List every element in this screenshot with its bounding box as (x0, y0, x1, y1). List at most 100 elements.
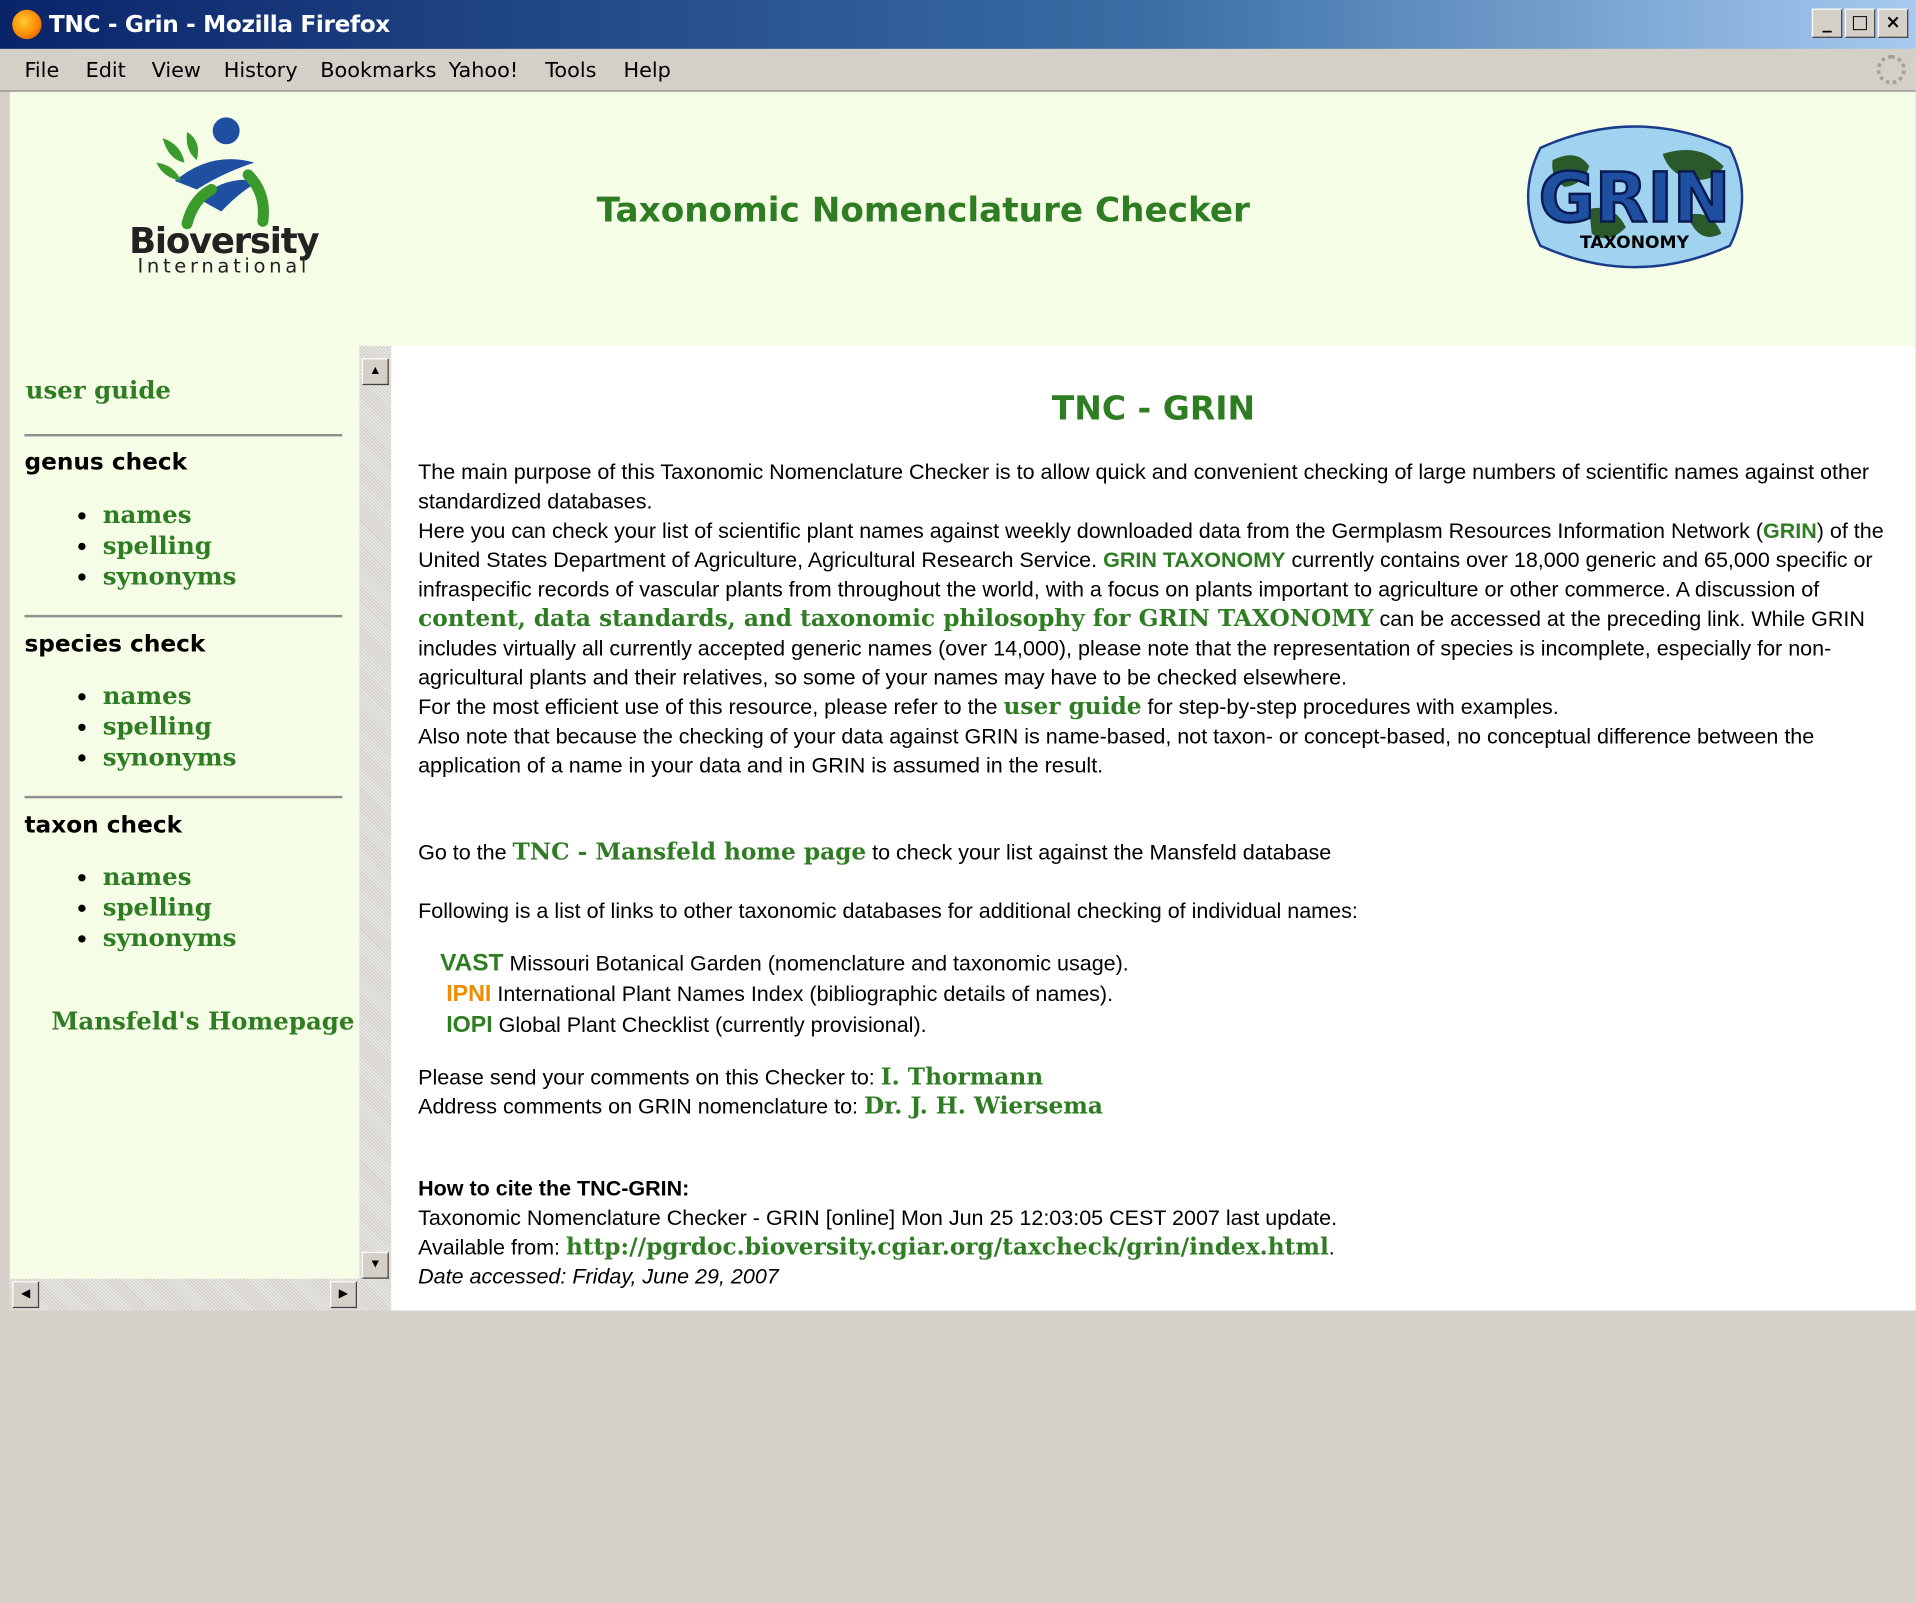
taxon-spelling-link[interactable]: spelling (103, 892, 212, 921)
list-item[interactable]: names (78, 681, 236, 712)
intro-text: The main purpose of this Taxonomic Nomen… (418, 459, 1870, 514)
vast-description: Missouri Botanical Garden (nomenclature … (503, 951, 1129, 976)
content-standards-link[interactable]: content, data standards, and taxonomic p… (418, 605, 1373, 632)
text: Go to the (418, 839, 513, 865)
date-accessed: Date accessed: Friday, June 29, 2007 (418, 1264, 779, 1289)
page-title: Taxonomic Nomenclature Checker (596, 189, 1250, 230)
genus-check-list: names spelling synonyms (78, 500, 236, 592)
species-names-link[interactable]: names (103, 681, 192, 710)
grin-taxonomy-logo[interactable]: GRIN TAXONOMY (1516, 111, 1754, 282)
menu-edit[interactable]: Edit (86, 59, 126, 83)
firefox-icon (12, 9, 42, 40)
close-button[interactable]: × (1877, 8, 1909, 38)
divider (24, 614, 343, 618)
databases-intro: Following is a list of links to other ta… (418, 898, 1358, 923)
wiersema-email-link[interactable]: Dr. J. H. Wiersema (864, 1093, 1103, 1120)
grin-logo-sub: TAXONOMY (1580, 233, 1690, 253)
text: to check your list against the Mansfeld … (866, 839, 1332, 865)
text: Address comments on GRIN nomenclature to… (418, 1094, 865, 1119)
contacts: Please send your comments on this Checke… (418, 1062, 1897, 1121)
ipni-description: International Plant Names Index (bibliog… (491, 981, 1114, 1007)
text: Here you can check your list of scientif… (418, 518, 1763, 543)
genus-names-link[interactable]: names (103, 500, 192, 529)
scroll-up-button[interactable]: ▲ (361, 358, 389, 386)
window-titlebar[interactable]: TNC - Grin - Mozilla Firefox _ □ × (0, 0, 1916, 49)
menu-bookmarks[interactable]: Bookmarks (320, 59, 436, 83)
list-item[interactable]: synonyms (78, 742, 236, 773)
text: . (1328, 1234, 1335, 1260)
genus-synonyms-link[interactable]: synonyms (103, 561, 237, 590)
list-item[interactable]: spelling (78, 531, 236, 562)
menu-file[interactable]: File (24, 59, 59, 83)
sidebar-vertical-scrollbar[interactable]: ▲ ▼ (359, 345, 392, 1311)
iopi-link[interactable]: IOPI (446, 1012, 492, 1038)
vast-link[interactable]: VAST (440, 950, 503, 977)
intro-paragraph: The main purpose of this Taxonomic Nomen… (418, 457, 1897, 780)
list-item[interactable]: names (78, 862, 236, 893)
throbber-icon (1876, 55, 1906, 85)
sidebar-user-guide-link[interactable]: user guide (26, 375, 171, 404)
frame-border (0, 91, 10, 1311)
scroll-left-button[interactable]: ◀ (12, 1281, 40, 1309)
citation-url-link[interactable]: http://pgrdoc.bioversity.cgiar.org/taxch… (566, 1234, 1329, 1261)
mansfeld-homepage-link[interactable]: Mansfeld's Homepage (51, 1006, 354, 1035)
database-list: VAST Missouri Botanical Garden (nomencla… (440, 949, 1916, 1041)
list-item[interactable]: synonyms (78, 923, 236, 954)
list-item: VAST Missouri Botanical Garden (nomencla… (440, 949, 1916, 980)
species-spelling-link[interactable]: spelling (103, 711, 212, 740)
grin-link[interactable]: GRIN (1763, 518, 1817, 542)
grin-logo-text: GRIN (1539, 158, 1731, 238)
menu-help[interactable]: Help (623, 59, 670, 83)
iopi-description: Global Plant Checklist (currently provis… (492, 1012, 927, 1037)
window-controls: _ □ × (1811, 8, 1909, 38)
divider (24, 433, 343, 437)
window-title: TNC - Grin - Mozilla Firefox (48, 11, 390, 38)
sidebar: user guide genus check names spelling sy… (9, 345, 360, 1311)
mansfeld-home-link[interactable]: TNC - Mansfeld home page (513, 839, 867, 866)
taxon-check-heading: taxon check (24, 811, 183, 839)
menu-bar: File Edit View History Bookmarks Yahoo! … (0, 48, 1916, 92)
ipni-link[interactable]: IPNI (446, 982, 491, 1008)
scroll-right-button[interactable]: ▶ (330, 1281, 357, 1309)
menu-history[interactable]: History (224, 59, 298, 83)
scroll-down-button[interactable]: ▼ (361, 1251, 389, 1279)
taxon-names-link[interactable]: names (103, 862, 192, 891)
citation-line: Taxonomic Nomenclature Checker - GRIN [o… (418, 1205, 1338, 1230)
text: Please send your comments on this Checke… (418, 1064, 881, 1090)
menu-view[interactable]: View (152, 59, 201, 83)
divider (24, 795, 343, 799)
thormann-email-link[interactable]: I. Thormann (881, 1064, 1043, 1091)
sidebar-horizontal-scrollbar[interactable]: ◀ ▶ (9, 1278, 360, 1311)
taxon-synonyms-link[interactable]: synonyms (103, 923, 237, 952)
menu-tools[interactable]: Tools (545, 59, 596, 83)
species-check-list: names spelling synonyms (78, 681, 236, 773)
text: for step-by-step procedures with example… (1141, 694, 1559, 719)
text: For the most efficient use of this resou… (418, 694, 1004, 719)
bioversity-subtitle: International (137, 254, 310, 278)
list-item[interactable]: spelling (78, 711, 236, 742)
list-item[interactable]: synonyms (78, 561, 236, 592)
content-title: TNC - GRIN (1051, 389, 1256, 428)
genus-check-heading: genus check (24, 448, 188, 476)
citation-heading: How to cite the TNC-GRIN: (418, 1176, 690, 1201)
list-item[interactable]: names (78, 500, 236, 531)
text: Available from: (418, 1234, 566, 1260)
list-item: IPNI International Plant Names Index (bi… (440, 979, 1916, 1010)
menu-yahoo[interactable]: Yahoo! (449, 59, 519, 83)
text: Also note that because the checking of y… (418, 723, 1815, 778)
address-line: Address comments on GRIN nomenclature to… (418, 1092, 1897, 1121)
header-frame: Bioversity International Taxonomic Nomen… (9, 91, 1916, 346)
list-item[interactable]: spelling (78, 892, 236, 923)
species-check-heading: species check (24, 630, 206, 658)
minimize-button[interactable]: _ (1811, 8, 1843, 38)
grin-taxonomy-link[interactable]: GRIN TAXONOMY (1103, 548, 1285, 572)
available-line: Available from: http://pgrdoc.bioversity… (418, 1232, 1897, 1261)
user-guide-link[interactable]: user guide (1004, 693, 1142, 720)
main-content: TNC - GRIN The main purpose of this Taxo… (391, 345, 1916, 1311)
species-synonyms-link[interactable]: synonyms (103, 742, 237, 771)
citation: How to cite the TNC-GRIN: Taxonomic Nome… (418, 1174, 1897, 1291)
genus-spelling-link[interactable]: spelling (103, 531, 212, 560)
mansfeld-paragraph: Go to the TNC - Mansfeld home page to ch… (418, 837, 1897, 866)
taxon-check-list: names spelling synonyms (78, 862, 236, 954)
maximize-button[interactable]: □ (1844, 8, 1876, 38)
